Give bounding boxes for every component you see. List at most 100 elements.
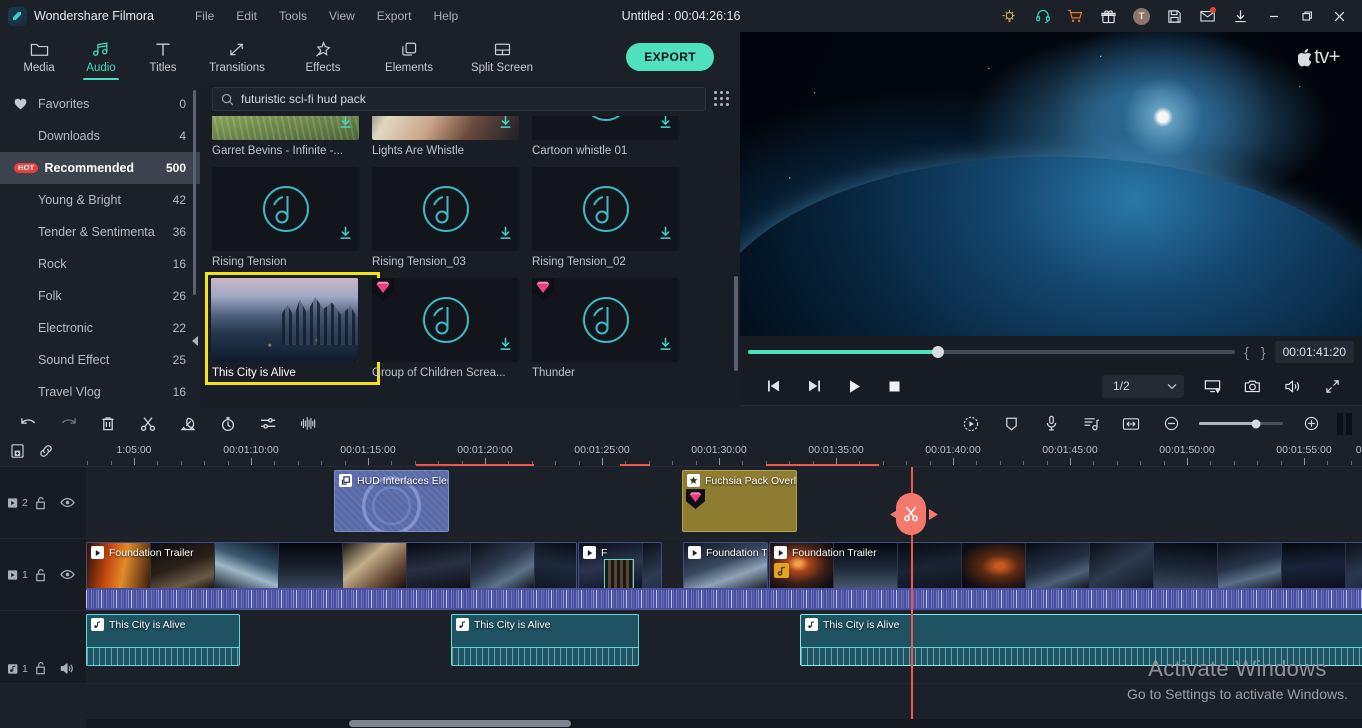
library-item[interactable]: Group of Children Screa... [372, 278, 532, 382]
zoom-in-button[interactable] [1291, 409, 1331, 439]
voiceover-button[interactable] [1031, 409, 1071, 439]
sidebar-item-downloads[interactable]: Downloads 4 [0, 120, 200, 152]
unlock-icon[interactable] [34, 496, 60, 510]
tab-titles[interactable]: Titles [132, 32, 194, 82]
crop-fit-button[interactable] [1111, 409, 1151, 439]
tab-media[interactable]: Media [8, 32, 70, 82]
track-body-video-2[interactable]: HUD Interfaces Elem Fuchsia Pack Overla [86, 467, 1362, 539]
sidebar-item-tender-sentimental[interactable]: Tender & Sentimenta 36 [0, 216, 200, 248]
download-icon[interactable] [339, 226, 352, 245]
library-scrollbar[interactable] [734, 276, 738, 371]
timeline-zoom-slider[interactable] [1199, 419, 1283, 428]
restore-icon[interactable] [1290, 0, 1323, 32]
play-button[interactable] [834, 371, 874, 401]
download-icon[interactable] [499, 116, 512, 134]
menu-export[interactable]: Export [366, 5, 423, 27]
tab-audio[interactable]: Audio [70, 32, 132, 82]
redo-button[interactable] [48, 409, 88, 439]
tab-elements[interactable]: Elements [366, 32, 452, 82]
library-item[interactable]: Thunder [532, 278, 692, 382]
timeline-clip-audio[interactable]: This City is Alive [451, 614, 639, 666]
timeline-clip-fuchsia[interactable]: Fuchsia Pack Overla [682, 470, 797, 532]
delete-button[interactable] [88, 409, 128, 439]
next-frame-button[interactable] [794, 371, 834, 401]
render-preview-icon[interactable] [1337, 412, 1352, 435]
headset-icon[interactable] [1026, 0, 1059, 32]
account-avatar[interactable]: T [1125, 0, 1158, 32]
unlock-icon[interactable] [34, 568, 60, 582]
sidebar-item-travel-vlog[interactable]: Travel Vlog 16 [0, 376, 200, 408]
zoom-out-button[interactable] [1151, 409, 1191, 439]
library-item[interactable]: Rising Tension_03 [372, 167, 532, 268]
prev-frame-button[interactable] [754, 371, 794, 401]
download-icon[interactable] [499, 226, 512, 245]
playback-quality-select[interactable]: 1/2 [1102, 374, 1184, 398]
clip-thumbnail-selection[interactable] [604, 559, 634, 589]
library-item[interactable]: Rising Tension [212, 167, 372, 268]
timeline-clip-audio-selected[interactable]: This City is Alive [800, 614, 1362, 666]
library-item[interactable]: Lights Are Whistle [372, 116, 532, 157]
menu-file[interactable]: File [184, 5, 225, 27]
library-item[interactable]: Cartoon whistle 01 [532, 116, 692, 157]
library-item-selected[interactable]: This City is Alive [205, 272, 380, 385]
download-icon[interactable] [339, 116, 352, 134]
menu-edit[interactable]: Edit [225, 5, 268, 27]
save-icon[interactable] [1158, 0, 1191, 32]
sidebar-item-sound-effect[interactable]: Sound Effect 25 [0, 344, 200, 376]
sidebar-item-recommended[interactable]: HOT Recommended 500 [0, 152, 200, 184]
search-input[interactable] [241, 92, 697, 106]
timeline-clip-hud[interactable]: HUD Interfaces Elem [334, 470, 449, 532]
close-icon[interactable] [1323, 0, 1356, 32]
download-icon[interactable] [659, 226, 672, 245]
undo-button[interactable] [8, 409, 48, 439]
download-icon[interactable] [659, 337, 672, 356]
audio-detach-button[interactable] [1071, 409, 1111, 439]
seek-handle[interactable] [932, 345, 944, 358]
color-adjust-button[interactable] [248, 409, 288, 439]
export-button[interactable]: EXPORT [626, 43, 714, 71]
library-item[interactable]: Rising Tension_02 [532, 167, 692, 268]
mail-icon[interactable] [1191, 0, 1224, 32]
cart-icon[interactable] [1059, 0, 1092, 32]
search-box[interactable] [212, 87, 706, 111]
sidebar-item-rock[interactable]: Rock 16 [0, 248, 200, 280]
menu-help[interactable]: Help [422, 5, 469, 27]
tab-effects[interactable]: Effects [280, 32, 366, 82]
timeline-clip-video[interactable]: Foundation Trailer [769, 542, 1362, 590]
preview-timecode[interactable]: 00:01:41:20 [1274, 340, 1354, 363]
snapshot-button[interactable] [1232, 371, 1272, 401]
track-body-video-1[interactable]: Foundation Trailer F Foundation T Founda… [86, 539, 1362, 611]
speed-button[interactable] [168, 409, 208, 439]
marker-button[interactable] [951, 409, 991, 439]
timeline-hscroll-thumb[interactable] [349, 720, 571, 727]
library-item[interactable]: Garret Bevins - Infinite -... [212, 116, 372, 157]
menu-view[interactable]: View [318, 5, 366, 27]
fullscreen-button[interactable] [1312, 371, 1352, 401]
unlock-icon[interactable] [34, 661, 60, 675]
preview-stage[interactable]: tv+ [740, 32, 1362, 336]
timeline-clip-video[interactable]: Foundation Trailer [86, 542, 577, 590]
mark-in-button[interactable]: { [1241, 344, 1252, 360]
render-to-monitor-button[interactable] [1192, 371, 1232, 401]
mark-out-button[interactable]: } [1258, 344, 1269, 360]
audio-waveform-button[interactable] [288, 409, 328, 439]
menu-tools[interactable]: Tools [268, 5, 318, 27]
sidebar-collapse-icon[interactable] [191, 334, 199, 348]
sidebar-item-favorites[interactable]: Favorites 0 [0, 88, 200, 120]
sidebar-item-folk[interactable]: Folk 26 [0, 280, 200, 312]
bulb-icon[interactable] [993, 0, 1026, 32]
sidebar-scrollbar[interactable] [193, 90, 196, 295]
eye-icon[interactable] [60, 497, 86, 508]
tab-transitions[interactable]: Transitions [194, 32, 280, 82]
speaker-icon[interactable] [60, 662, 86, 675]
volume-button[interactable] [1272, 371, 1312, 401]
download-icon[interactable] [499, 337, 512, 356]
timeline-clip-video[interactable]: F [578, 542, 662, 590]
timeline-clip-audio[interactable]: This City is Alive [86, 614, 240, 666]
track-body-audio-1[interactable]: This City is Alive This City is Alive Th… [86, 611, 1362, 684]
tab-split-screen[interactable]: Split Screen [452, 32, 552, 82]
sidebar-item-young-bright[interactable]: Young & Bright 42 [0, 184, 200, 216]
shield-button[interactable] [991, 409, 1031, 439]
grid-view-toggle-icon[interactable] [714, 91, 730, 107]
split-button[interactable] [128, 409, 168, 439]
